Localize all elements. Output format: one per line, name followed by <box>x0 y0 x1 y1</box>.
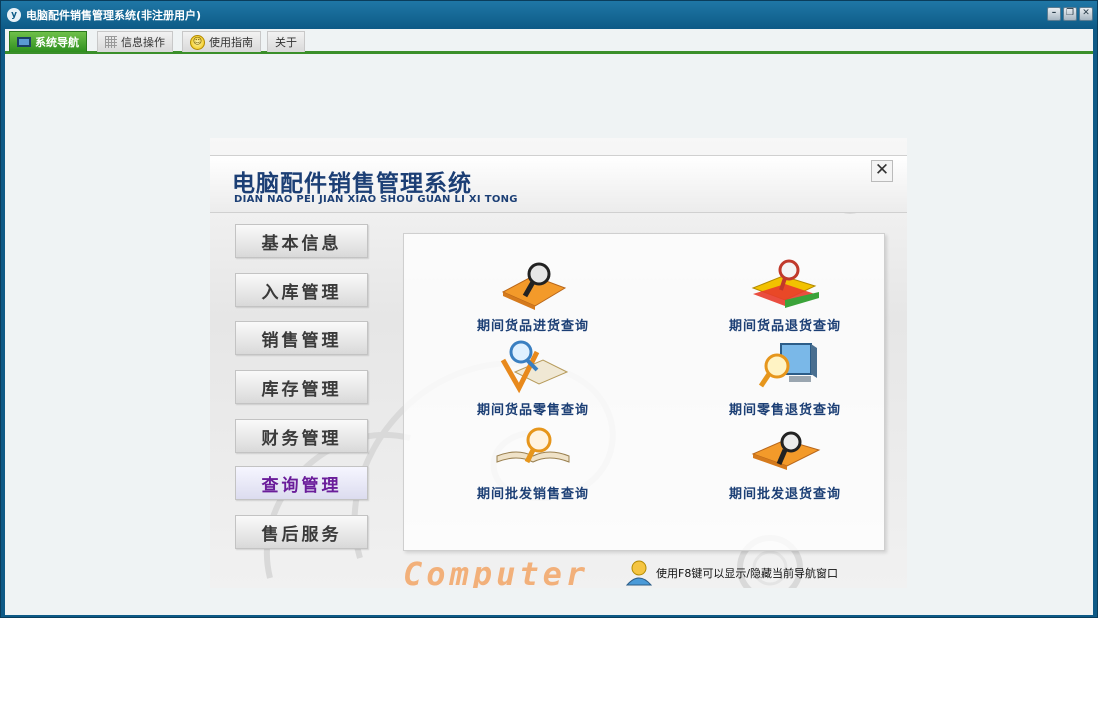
tab-label: 关于 <box>275 36 297 49</box>
monitor-magnifier-icon <box>758 343 817 388</box>
menu-query[interactable]: 查询管理 <box>235 466 368 500</box>
smiley-icon: ☺ <box>190 34 205 50</box>
query-label: 期间零售退货查询 <box>728 403 841 418</box>
check-book-magnifier-icon <box>500 340 569 394</box>
query-label: 期间货品进货查询 <box>476 319 589 334</box>
close-navigation-button[interactable]: ✕ <box>871 160 893 182</box>
restore-button[interactable]: ❐ <box>1063 7 1077 21</box>
header-banner: 电脑配件销售管理系统 DIAN NAO PEI JIAN XIAO SHOU G… <box>210 155 907 213</box>
query-retail[interactable]: 期间货品零售查询 <box>448 338 618 418</box>
monitor-icon <box>17 37 31 47</box>
app-window: y 电脑配件销售管理系统(非注册用户) – ❐ ✕ 系统导航 信息操作 ☺ 使用… <box>0 0 1098 618</box>
menu-basic-info[interactable]: 基本信息 <box>235 224 368 258</box>
menu-after-sales[interactable]: 售后服务 <box>235 515 368 549</box>
grid-icon <box>105 36 117 48</box>
tab-label: 使用指南 <box>209 36 253 49</box>
user-hint-icon <box>625 560 653 586</box>
query-label: 期间货品零售查询 <box>476 403 589 418</box>
tab-label: 信息操作 <box>121 36 165 49</box>
tab-info-operation[interactable]: 信息操作 <box>97 31 173 52</box>
window-title: 电脑配件销售管理系统(非注册用户) <box>26 9 202 22</box>
query-label: 期间批发销售查询 <box>476 487 589 502</box>
query-purchase[interactable]: 期间货品进货查询 <box>448 254 618 334</box>
query-label: 期间货品退货查询 <box>728 319 841 334</box>
system-title: 电脑配件销售管理系统 <box>232 170 472 197</box>
tab-about[interactable]: 关于 <box>267 31 305 52</box>
query-content-box: 期间货品进货查询 期间货品退货查询 期间货品零售查询 期间零售退货查询 期间批发… <box>403 233 885 551</box>
tab-user-guide[interactable]: ☺ 使用指南 <box>182 31 261 52</box>
f8-hint-text: 使用F8键可以显示/隐藏当前导航窗口 <box>656 567 839 580</box>
tab-system-navigation[interactable]: 系统导航 <box>9 31 87 52</box>
computer-decor-text: Computer <box>403 555 590 588</box>
books-magnifier-icon <box>751 259 819 308</box>
open-book-magnifier-icon <box>496 427 570 464</box>
navigation-panel: 电脑配件销售管理系统 DIAN NAO PEI JIAN XIAO SHOU G… <box>210 138 907 588</box>
app-icon: y <box>7 8 21 22</box>
system-subtitle: DIAN NAO PEI JIAN XIAO SHOU GUAN LI XI T… <box>234 194 518 205</box>
minimize-button[interactable]: – <box>1047 7 1061 21</box>
query-retail-return[interactable]: 期间零售退货查询 <box>700 338 870 418</box>
tab-label: 系统导航 <box>35 36 79 49</box>
menu-stock-in[interactable]: 入库管理 <box>235 273 368 307</box>
close-window-button[interactable]: ✕ <box>1079 7 1093 21</box>
menu-finance[interactable]: 财务管理 <box>235 419 368 453</box>
query-wholesale-sales[interactable]: 期间批发销售查询 <box>448 422 618 502</box>
folder-magnifier-icon <box>751 431 821 470</box>
query-wholesale-return[interactable]: 期间批发退货查询 <box>700 422 870 502</box>
book-magnifier-icon <box>501 262 567 310</box>
window-controls: – ❐ ✕ <box>1047 7 1093 21</box>
menu-sales[interactable]: 销售管理 <box>235 321 368 355</box>
tab-bar: 系统导航 信息操作 ☺ 使用指南 关于 <box>5 29 1093 54</box>
query-return[interactable]: 期间货品退货查询 <box>700 254 870 334</box>
title-bar: y 电脑配件销售管理系统(非注册用户) – ❐ ✕ <box>1 1 1097 29</box>
main-client-area: 系统导航 信息操作 ☺ 使用指南 关于 电脑配件销售管理系统 DIAN NAO … <box>5 29 1093 615</box>
query-label: 期间批发退货查询 <box>728 487 841 502</box>
menu-inventory[interactable]: 库存管理 <box>235 370 368 404</box>
